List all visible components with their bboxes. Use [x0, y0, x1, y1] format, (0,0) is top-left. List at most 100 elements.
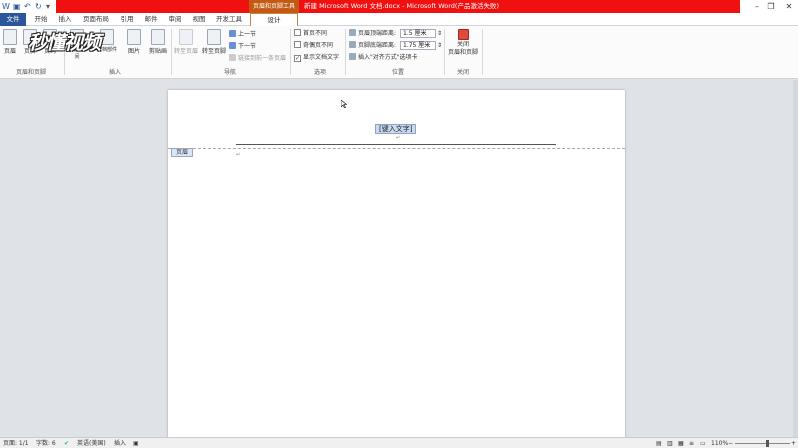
- show-document-text-label: 显示文档文字: [303, 54, 340, 61]
- title-bar: W ▣ ↶ ↻ ▾ 页眉和页脚工具 新建 Microsoft Word 文档.d…: [0, 0, 798, 14]
- status-bar: 页面: 1/1 字数: 6 ✔ 英语(美国) 插入 ▣ ▤ ▥ ▦ ≡ ▭ 11…: [0, 437, 798, 448]
- header-button[interactable]: 页眉: [2, 29, 18, 55]
- show-document-text-checkbox[interactable]: ✓ 显示文档文字: [294, 53, 339, 62]
- goto-header-label: 转至页眉: [173, 48, 198, 55]
- mouse-cursor-icon: [341, 100, 347, 108]
- header-top-label-text: 页眉顶端距离:: [358, 30, 397, 37]
- context-tab-title: 页眉和页脚工具: [249, 0, 299, 13]
- tab-references[interactable]: 引用: [116, 13, 138, 26]
- spin-arrows-icon[interactable]: ⇕: [437, 29, 442, 38]
- zoom-out-icon[interactable]: −: [728, 439, 733, 448]
- customize-qat-icon[interactable]: ▾: [46, 1, 50, 12]
- tab-mailings[interactable]: 邮件: [140, 13, 162, 26]
- previous-section-button[interactable]: 上一节: [229, 30, 256, 39]
- header-text-field[interactable]: [键入文字]: [375, 124, 417, 134]
- ribbon: 页眉 页脚 页码 页眉和页脚 日期和时间 文档部件 图片 剪贴画 插入 秒懂视频…: [0, 26, 798, 79]
- checkbox-unchecked[interactable]: [294, 41, 301, 48]
- paragraph-mark: ↵: [236, 152, 241, 158]
- align-tab-icon: [349, 53, 356, 60]
- next-section-button[interactable]: 下一节: [229, 42, 256, 51]
- paragraph-mark: ↵: [396, 135, 401, 141]
- goto-footer-label: 转至页脚: [201, 48, 226, 55]
- group-label-close: 关闭: [456, 69, 469, 76]
- insert-mode-status[interactable]: 插入: [114, 439, 126, 448]
- vertical-scrollbar[interactable]: [793, 80, 798, 437]
- goto-footer-button[interactable]: 转至页脚: [201, 29, 227, 55]
- ribbon-separator: [171, 29, 172, 75]
- language-status[interactable]: 英语(美国): [77, 439, 106, 448]
- tab-insert[interactable]: 插入: [54, 13, 76, 26]
- link-to-previous-button[interactable]: 链接到前一条页眉: [229, 54, 286, 63]
- header-button-label: 页眉: [3, 48, 16, 55]
- ribbon-separator: [482, 29, 483, 75]
- checkbox-checked[interactable]: ✓: [294, 55, 301, 62]
- quick-parts-icon: [100, 29, 114, 45]
- full-screen-view-icon[interactable]: ▥: [667, 439, 673, 448]
- different-first-page-checkbox[interactable]: 首页不同: [294, 29, 327, 38]
- next-section-label: 下一节: [238, 43, 257, 50]
- close-header-footer-label: 关闭 页眉和页脚: [447, 41, 478, 56]
- group-label-navigation: 导航: [223, 69, 236, 76]
- close-red-icon: [457, 29, 469, 40]
- insert-align-tab-button[interactable]: 插入"对齐方式"选项卡: [349, 53, 418, 62]
- ribbon-separator: [290, 29, 291, 75]
- tab-page-layout[interactable]: 页面布局: [80, 13, 112, 26]
- goto-header-button[interactable]: 转至页眉: [173, 29, 199, 55]
- different-first-page-label: 首页不同: [303, 30, 328, 37]
- link-to-previous-label: 链接到前一条页眉: [238, 55, 287, 62]
- macro-record-icon[interactable]: ▣: [133, 439, 139, 448]
- undo-icon[interactable]: ↶: [24, 1, 31, 12]
- document-page[interactable]: [键入文字] ↵ 页眉 ↵: [168, 90, 625, 448]
- draft-view-icon[interactable]: ▭: [700, 439, 706, 448]
- clip-art-icon: [151, 29, 165, 45]
- web-layout-view-icon[interactable]: ▦: [678, 439, 684, 448]
- picture-button[interactable]: 图片: [125, 29, 143, 55]
- header-top-distance-input[interactable]: 1.5 厘米: [400, 29, 436, 38]
- document-title: 新建 Microsoft Word 文档.docx - Microsoft Wo…: [304, 2, 499, 10]
- close-header-footer-button[interactable]: 关闭 页眉和页脚: [446, 29, 480, 57]
- print-layout-view-icon[interactable]: ▤: [656, 439, 662, 448]
- tab-file[interactable]: 文件: [0, 13, 26, 26]
- checkbox-unchecked[interactable]: [294, 29, 301, 36]
- spin-arrows-icon[interactable]: ⇕: [437, 41, 442, 50]
- tab-home[interactable]: 开始: [30, 13, 52, 26]
- picture-icon: [127, 29, 141, 45]
- header-position-icon: [349, 29, 356, 36]
- footer-bottom-distance-input[interactable]: 1.75 厘米: [400, 41, 436, 50]
- clip-art-button-label: 剪贴画: [148, 48, 167, 55]
- header-top-distance-label: 页眉顶端距离:: [349, 29, 396, 38]
- watermark-logo: 秒懂视频: [28, 32, 101, 54]
- close-button[interactable]: ✕: [776, 0, 798, 13]
- word-count-status[interactable]: 字数: 6: [36, 439, 56, 448]
- group-label-position: 位置: [391, 69, 404, 76]
- different-odd-even-checkbox[interactable]: 奇偶页不同: [294, 41, 333, 50]
- header-underline: [236, 144, 556, 145]
- zoom-slider-thumb[interactable]: [766, 440, 769, 447]
- tab-developer[interactable]: 开发工具: [212, 13, 246, 26]
- zoom-in-icon[interactable]: +: [791, 439, 796, 448]
- goto-header-icon: [179, 29, 193, 45]
- zoom-level[interactable]: 110%: [711, 439, 728, 448]
- previous-section-label: 上一节: [238, 31, 257, 38]
- page-count-status[interactable]: 页面: 1/1: [3, 439, 29, 448]
- outline-view-icon[interactable]: ≡: [689, 439, 694, 448]
- header-label-tag: 页眉: [171, 148, 194, 157]
- redo-icon[interactable]: ↻: [35, 1, 42, 12]
- header-boundary-line: [168, 148, 625, 149]
- tab-view[interactable]: 视图: [188, 13, 210, 26]
- footer-position-icon: [349, 41, 356, 48]
- arrow-down-icon: [229, 42, 236, 49]
- word-logo-icon[interactable]: W: [2, 1, 10, 12]
- save-icon[interactable]: ▣: [13, 1, 21, 12]
- ribbon-separator: [444, 29, 445, 75]
- footer-bottom-distance-label: 页脚底端距离:: [349, 41, 396, 50]
- group-label-insert: 插入: [108, 69, 121, 76]
- different-odd-even-label: 奇偶页不同: [303, 42, 334, 49]
- goto-footer-icon: [207, 29, 221, 45]
- proofing-icon[interactable]: ✔: [64, 439, 69, 448]
- arrow-up-icon: [229, 30, 236, 37]
- clip-art-button[interactable]: 剪贴画: [148, 29, 168, 55]
- tab-design[interactable]: 设计: [250, 13, 298, 26]
- zoom-slider-track[interactable]: [735, 443, 790, 444]
- tab-review[interactable]: 审阅: [164, 13, 186, 26]
